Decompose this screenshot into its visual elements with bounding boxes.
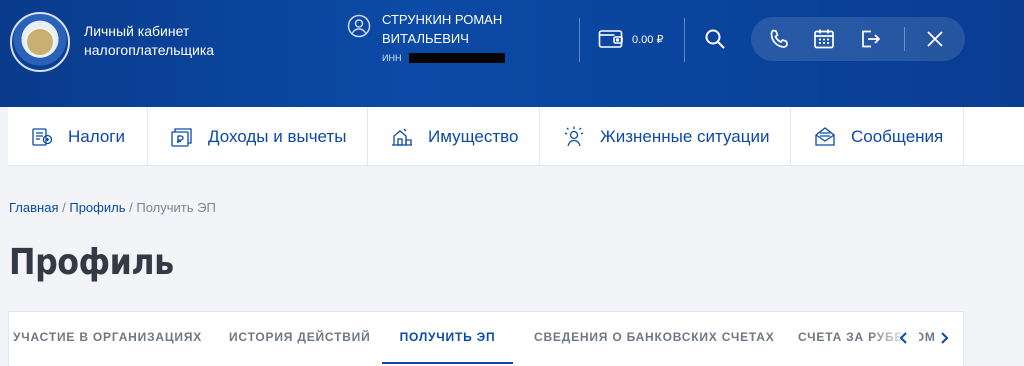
page-title: Профиль (9, 242, 174, 283)
tab-history[interactable]: ИСТОРИЯ ДЕЙСТВИЙ (229, 312, 371, 364)
header-divider (684, 18, 685, 62)
nav-item-life-situations[interactable]: Жизненные ситуации (540, 107, 791, 166)
user-icon[interactable] (347, 14, 371, 38)
nav-label: Имущество (428, 126, 519, 146)
nav-item-taxes[interactable]: Налоги (8, 107, 148, 166)
profile-tabs: УЧАСТИЕ В ОРГАНИЗАЦИЯХ ИСТОРИЯ ДЕЙСТВИЙ … (8, 311, 964, 366)
nav-label: Жизненные ситуации (600, 126, 770, 146)
chevron-right-icon[interactable] (936, 330, 952, 346)
phone-icon[interactable] (768, 28, 790, 50)
messages-icon (815, 126, 835, 146)
inn-row: ИНН (382, 53, 506, 63)
inn-redacted-value (409, 53, 506, 63)
fns-logo[interactable] (10, 12, 70, 72)
main-nav: Налоги Доходы и вычеты Имущество Жизненн… (8, 107, 964, 166)
nav-item-income[interactable]: Доходы и вычеты (148, 107, 368, 166)
wallet-icon[interactable] (598, 28, 624, 50)
header-divider (579, 18, 580, 62)
header-tools (751, 17, 965, 61)
logo-emblem (25, 27, 55, 57)
tools-divider (904, 27, 905, 51)
user-name-line1: СТРУНКИН РОМАН (382, 12, 503, 27)
property-icon (392, 128, 412, 146)
nav-label: Доходы и вычеты (208, 126, 347, 146)
breadcrumb-profile[interactable]: Профиль (69, 200, 125, 215)
breadcrumb-separator: / (129, 200, 133, 215)
breadcrumb-home[interactable]: Главная (9, 200, 58, 215)
breadcrumb-separator: / (62, 200, 66, 215)
app-title[interactable]: Личный кабинет налогоплательщика (84, 22, 214, 60)
income-icon (171, 127, 192, 147)
logout-icon[interactable] (859, 28, 881, 50)
user-name[interactable]: СТРУНКИН РОМАН ВИТАЛЬЕВИЧ (382, 10, 502, 48)
nav-item-messages[interactable]: Сообщения (791, 107, 964, 166)
tab-get-signature[interactable]: ПОЛУЧИТЬ ЭП (382, 312, 513, 364)
search-icon[interactable] (704, 28, 726, 50)
tab-bank-accounts[interactable]: СВЕДЕНИЯ О БАНКОВСКИХ СЧЕТАХ (534, 312, 775, 364)
taxes-icon (32, 127, 53, 146)
inn-label: ИНН (382, 53, 402, 63)
nav-item-property[interactable]: Имущество (368, 107, 540, 166)
breadcrumb-current: Получить ЭП (136, 200, 216, 215)
nav-filler (964, 107, 1024, 166)
app-title-line2: налогоплательщика (84, 42, 215, 58)
nav-label: Налоги (68, 126, 125, 146)
user-name-line2: ВИТАЛЬЕВИЧ (382, 31, 469, 46)
calendar-icon[interactable] (813, 28, 835, 50)
app-title-line1: Личный кабинет (84, 23, 190, 39)
nav-label: Сообщения (851, 126, 944, 146)
tab-organizations[interactable]: УЧАСТИЕ В ОРГАНИЗАЦИЯХ (13, 312, 202, 364)
breadcrumb: Главная / Профиль / Получить ЭП (9, 200, 216, 215)
balance-amount[interactable]: 0.00 ₽ (632, 33, 663, 46)
top-header: Личный кабинет налогоплательщика СТРУНКИ… (0, 0, 1024, 107)
close-icon[interactable] (924, 28, 946, 50)
life-situations-icon (564, 126, 584, 146)
chevron-left-icon[interactable] (896, 330, 912, 346)
